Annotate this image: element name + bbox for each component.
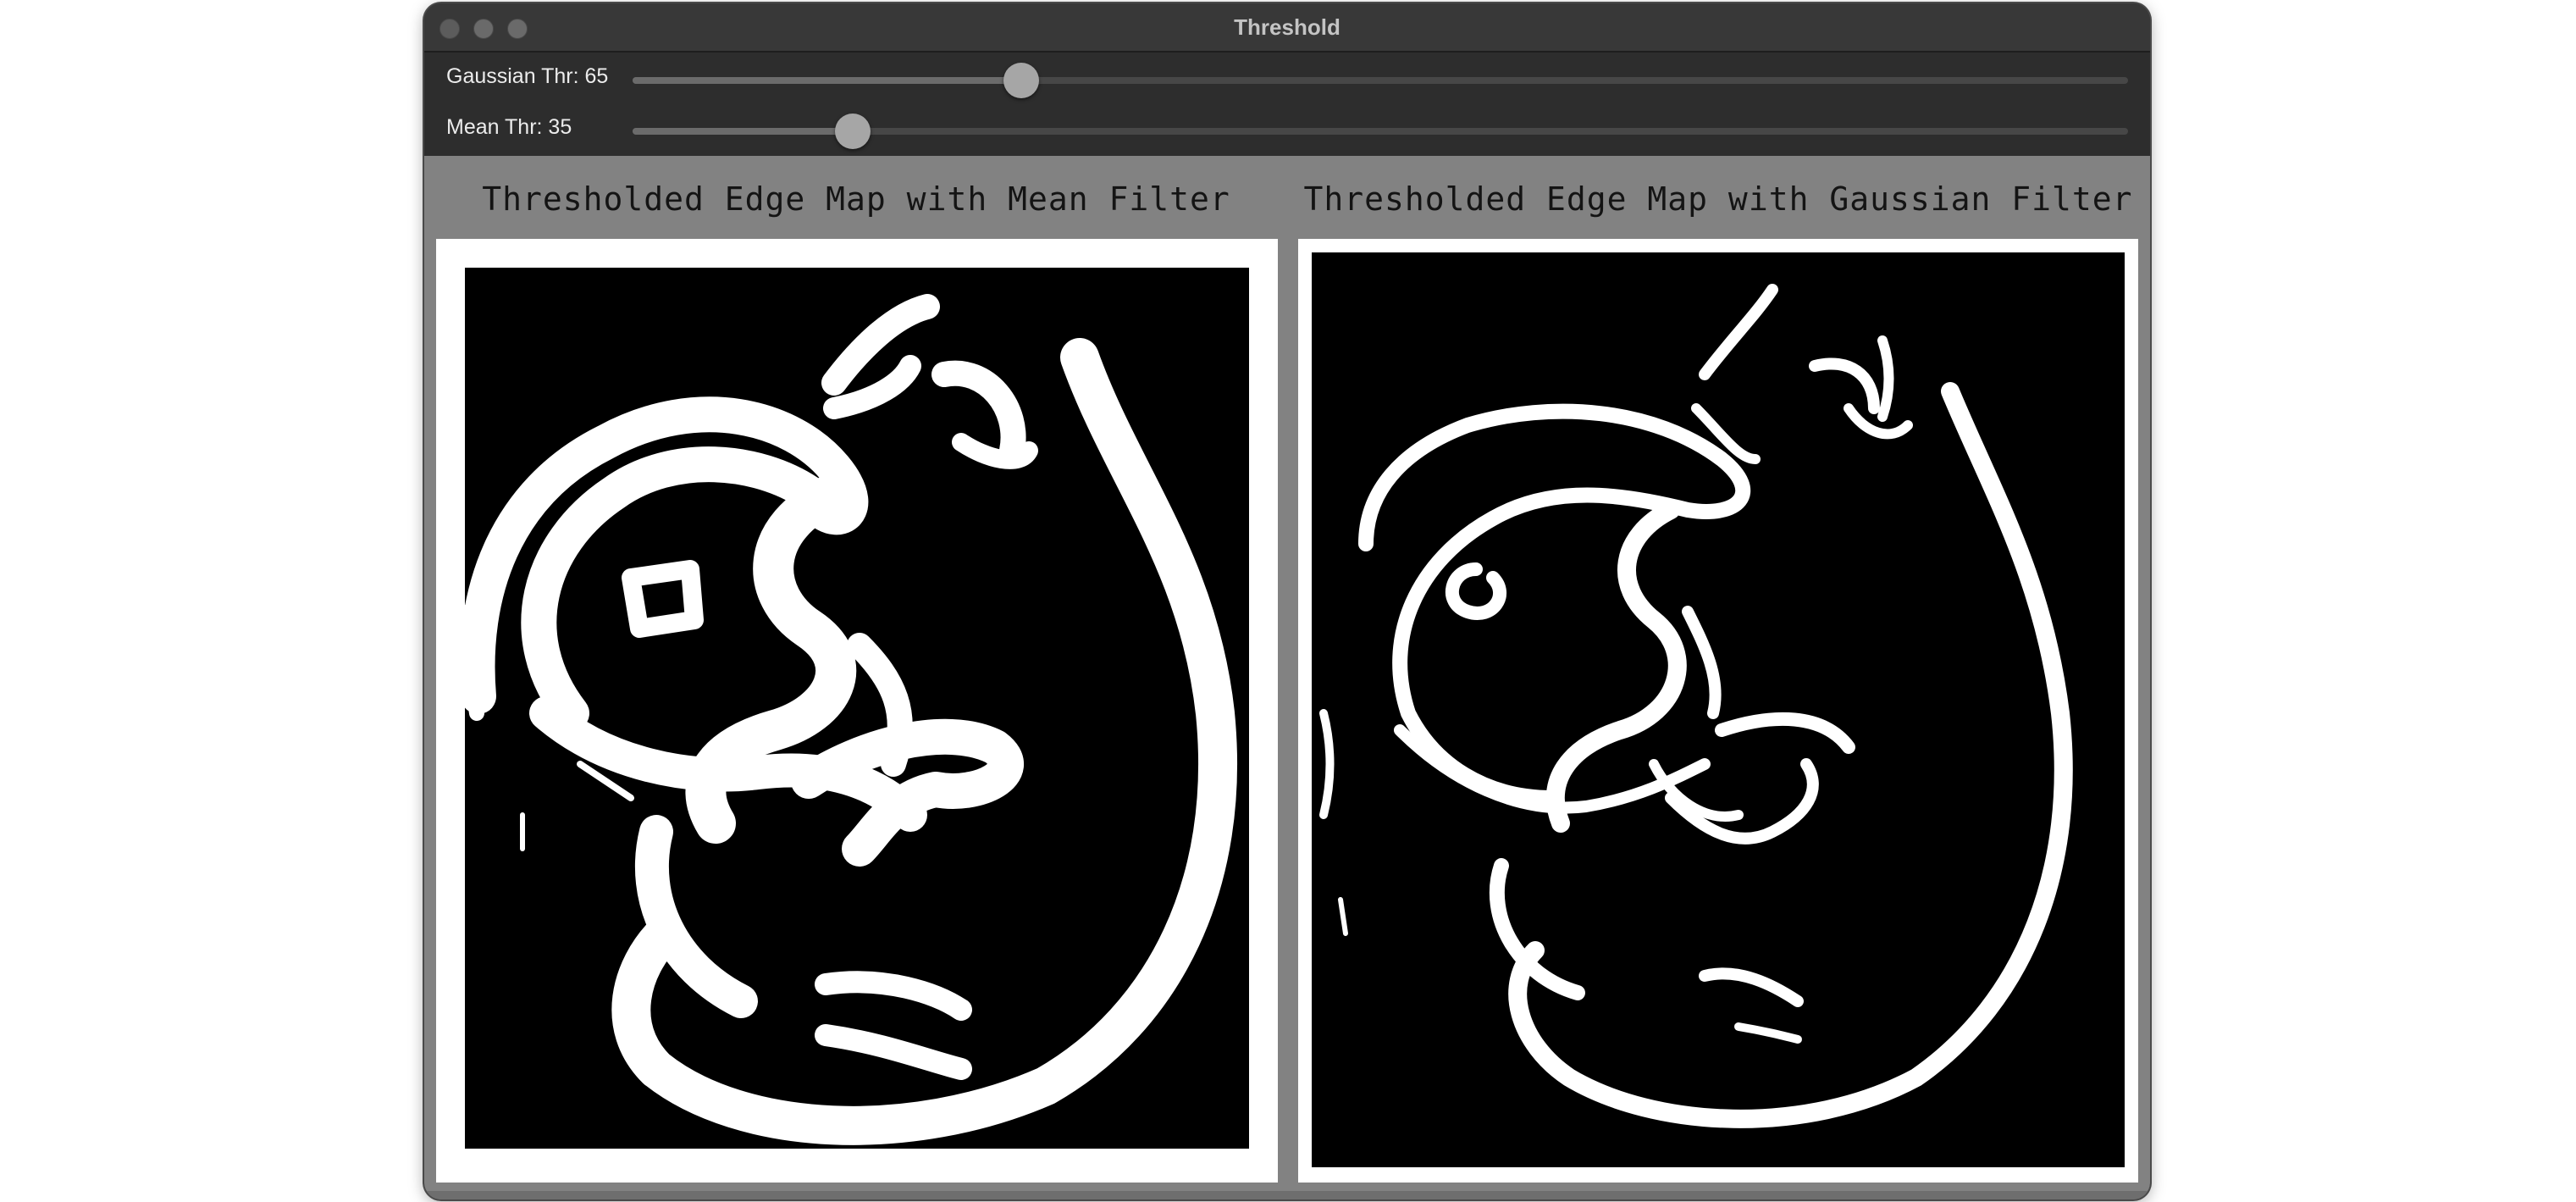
- gaussian-threshold-label: Gaussian Thr: 65: [446, 64, 609, 88]
- threshold-window: Threshold Gaussian Thr: 65 Mean Thr: 35 …: [424, 3, 2150, 1199]
- trackbar-panel: Gaussian Thr: 65 Mean Thr: 35: [424, 53, 2150, 156]
- gaussian-threshold-thumb[interactable]: [1003, 63, 1040, 98]
- gaussian-threshold-fill: [633, 77, 1022, 84]
- gaussian-threshold-slider[interactable]: [633, 63, 2128, 98]
- window-title: Threshold: [1234, 14, 1341, 40]
- mean-threshold-slider[interactable]: [633, 114, 2128, 149]
- gaussian-filter-panel-title: Thresholded Edge Map with Gaussian Filte…: [1303, 180, 2133, 218]
- mean-filter-panel-title: Thresholded Edge Map with Mean Filter: [482, 180, 1230, 218]
- image-canvas: Thresholded Edge Map with Mean Filter Th…: [424, 156, 2150, 1199]
- gaussian-filter-edge-map: [1298, 239, 2138, 1183]
- mean-threshold-control: Mean Thr: 35: [424, 103, 2150, 154]
- mean-filter-edge-map: [436, 239, 1278, 1183]
- gaussian-threshold-control: Gaussian Thr: 65: [424, 53, 2150, 103]
- canvas-bottom-edge: [424, 1191, 2150, 1199]
- mean-threshold-thumb[interactable]: [834, 114, 871, 149]
- mean-threshold-label: Mean Thr: 35: [446, 115, 572, 139]
- gaussian-edge-map-image: [1312, 252, 2125, 1167]
- title-bar: Threshold: [424, 3, 2150, 53]
- mean-edge-map-image: [454, 268, 1249, 1149]
- mean-threshold-fill: [633, 128, 853, 135]
